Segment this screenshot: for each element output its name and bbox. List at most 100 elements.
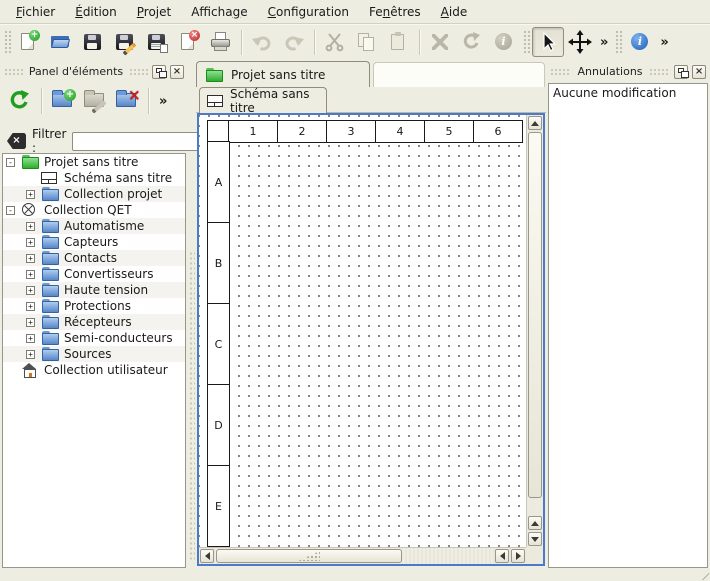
menu-affichage[interactable]: Affichage	[181, 2, 257, 22]
undo-button[interactable]	[246, 27, 278, 57]
diagram-view[interactable]: 123456 ABCDE	[197, 113, 545, 566]
horizontal-scrollbar[interactable]	[199, 547, 526, 564]
toolbar-overflow-button[interactable]: »	[656, 35, 672, 50]
undo-list-item[interactable]: Aucune modification	[549, 84, 707, 102]
row-headers: ABCDE	[207, 142, 230, 547]
save-as-button[interactable]	[109, 27, 141, 57]
paste-clipboard-icon	[387, 30, 411, 54]
panel-toolbar-overflow-button[interactable]: »	[155, 94, 171, 109]
info-gray-icon: i	[492, 30, 516, 54]
clear-filter-button[interactable]: ×	[7, 133, 26, 149]
scroll-right-button[interactable]	[511, 549, 525, 563]
redo-button[interactable]	[278, 27, 310, 57]
tree-item-sources[interactable]: +Sources	[3, 346, 185, 362]
menu-edition[interactable]: Édition	[65, 2, 127, 22]
tree-item-label: Convertisseurs	[64, 267, 153, 281]
move-tool-button[interactable]	[564, 27, 596, 57]
expander-plus-icon[interactable]: +	[26, 334, 35, 343]
tree-item-haute-tension[interactable]: +Haute tension	[3, 282, 185, 298]
tree-item-automatisme[interactable]: +Automatisme	[3, 218, 185, 234]
dock-close-button[interactable]: ×	[692, 65, 706, 79]
resize-grip[interactable]	[697, 568, 709, 580]
undo-panel-titlebar[interactable]: Annulations ×	[548, 63, 708, 80]
menu-configuration[interactable]: Configuration	[258, 2, 359, 22]
expander-plus-icon[interactable]: +	[26, 302, 35, 311]
edit-element-button[interactable]	[80, 86, 110, 116]
tree-item-collection-projet[interactable]: +Collection projet	[3, 186, 185, 202]
tree-item-contacts[interactable]: +Contacts	[3, 250, 185, 266]
scroll-down-button[interactable]	[528, 532, 542, 546]
expander-plus-icon[interactable]: +	[26, 190, 35, 199]
diagram-canvas[interactable]: 123456 ABCDE	[199, 115, 526, 547]
tree-item-recepteurs[interactable]: +Récepteurs	[3, 314, 185, 330]
select-tool-button[interactable]	[532, 27, 564, 57]
copy-button[interactable]	[351, 27, 383, 57]
delete-button[interactable]	[424, 27, 456, 57]
about-qet-button[interactable]: i	[624, 27, 656, 57]
new-project-button[interactable]: +	[13, 27, 45, 57]
save-all-button[interactable]	[141, 27, 173, 57]
expander-plus-icon[interactable]: +	[26, 350, 35, 359]
delete-element-button[interactable]: ×	[112, 86, 142, 116]
new-element-button[interactable]: +	[48, 86, 78, 116]
menu-fenetres[interactable]: Fenêtres	[359, 2, 431, 22]
element-infos-button[interactable]: i	[488, 27, 520, 57]
row-header: A	[207, 141, 230, 223]
menu-fichier[interactable]: Fichier	[6, 2, 65, 22]
tree-item-semi-conducteurs[interactable]: + Semi-conducteurs	[3, 330, 185, 346]
scroll-left-button-2[interactable]	[495, 549, 509, 563]
expander-minus-icon[interactable]: -	[6, 158, 15, 167]
elements-panel-titlebar[interactable]: Panel d'éléments ×	[2, 63, 186, 80]
element-tree: -Projet sans titreSchéma sans titre+Coll…	[2, 153, 186, 568]
tab-schema[interactable]: Schéma sans titre	[199, 87, 327, 113]
scroll-left-button[interactable]	[200, 549, 214, 563]
splitter-handle[interactable]	[188, 250, 195, 560]
scroll-up-button[interactable]	[528, 116, 542, 130]
tree-item-collection-utilisateur[interactable]: Collection utilisateur	[3, 362, 185, 378]
open-project-button[interactable]	[45, 27, 77, 57]
undo-arrow-icon	[250, 30, 274, 54]
vertical-scrollbar[interactable]	[526, 115, 543, 547]
dock-float-button[interactable]	[152, 65, 166, 79]
tree-item-protections[interactable]: +Protections	[3, 298, 185, 314]
row-header: C	[207, 303, 230, 385]
save-button[interactable]	[77, 27, 109, 57]
rotate-button[interactable]	[456, 27, 488, 57]
expander-plus-icon[interactable]: +	[26, 318, 35, 327]
expander-plus-icon[interactable]: +	[26, 238, 35, 247]
tree-item-schema-sans-titre[interactable]: Schéma sans titre	[3, 170, 185, 186]
vertical-scroll-thumb[interactable]	[528, 132, 542, 498]
reload-collections-button[interactable]	[5, 86, 35, 116]
expander-plus-icon[interactable]: +	[26, 286, 35, 295]
print-button[interactable]	[205, 27, 237, 57]
floppy-pencil-icon	[113, 30, 137, 54]
toolbar-handle[interactable]	[614, 29, 622, 55]
float-icon	[156, 68, 162, 73]
scroll-up-button-2[interactable]	[528, 516, 542, 530]
toolbar-separator	[419, 30, 420, 55]
tree-item-convertisseurs[interactable]: + Convertisseurs	[3, 266, 185, 282]
tree-item-projet-sans-titre[interactable]: -Projet sans titre	[3, 154, 185, 170]
tab-project[interactable]: Projet sans titre	[196, 61, 370, 87]
toolbar-handle[interactable]	[522, 29, 530, 55]
menu-aide[interactable]: Aide	[431, 2, 478, 22]
folder-icon	[41, 347, 59, 361]
dock-close-button[interactable]: ×	[170, 65, 184, 79]
horizontal-scroll-thumb[interactable]	[216, 549, 402, 563]
expander-plus-icon[interactable]: +	[26, 222, 35, 231]
tree-item-label: Semi-conducteurs	[64, 331, 173, 345]
cut-button[interactable]	[319, 27, 351, 57]
refresh-icon	[8, 89, 32, 113]
paste-button[interactable]	[383, 27, 415, 57]
toolbar-handle[interactable]	[3, 29, 11, 55]
toolbar-overflow-button[interactable]: »	[596, 35, 612, 50]
expander-minus-icon[interactable]: -	[6, 206, 15, 215]
tree-item-collection-qet[interactable]: -Collection QET	[3, 202, 185, 218]
tree-item-capteurs[interactable]: +Capteurs	[3, 234, 185, 250]
expander-plus-icon[interactable]: +	[26, 270, 35, 279]
menu-projet[interactable]: Projet	[127, 2, 181, 22]
floppy-save-icon	[81, 30, 105, 54]
close-file-button[interactable]: ×	[173, 27, 205, 57]
dock-float-button[interactable]	[674, 65, 688, 79]
expander-plus-icon[interactable]: +	[26, 254, 35, 263]
